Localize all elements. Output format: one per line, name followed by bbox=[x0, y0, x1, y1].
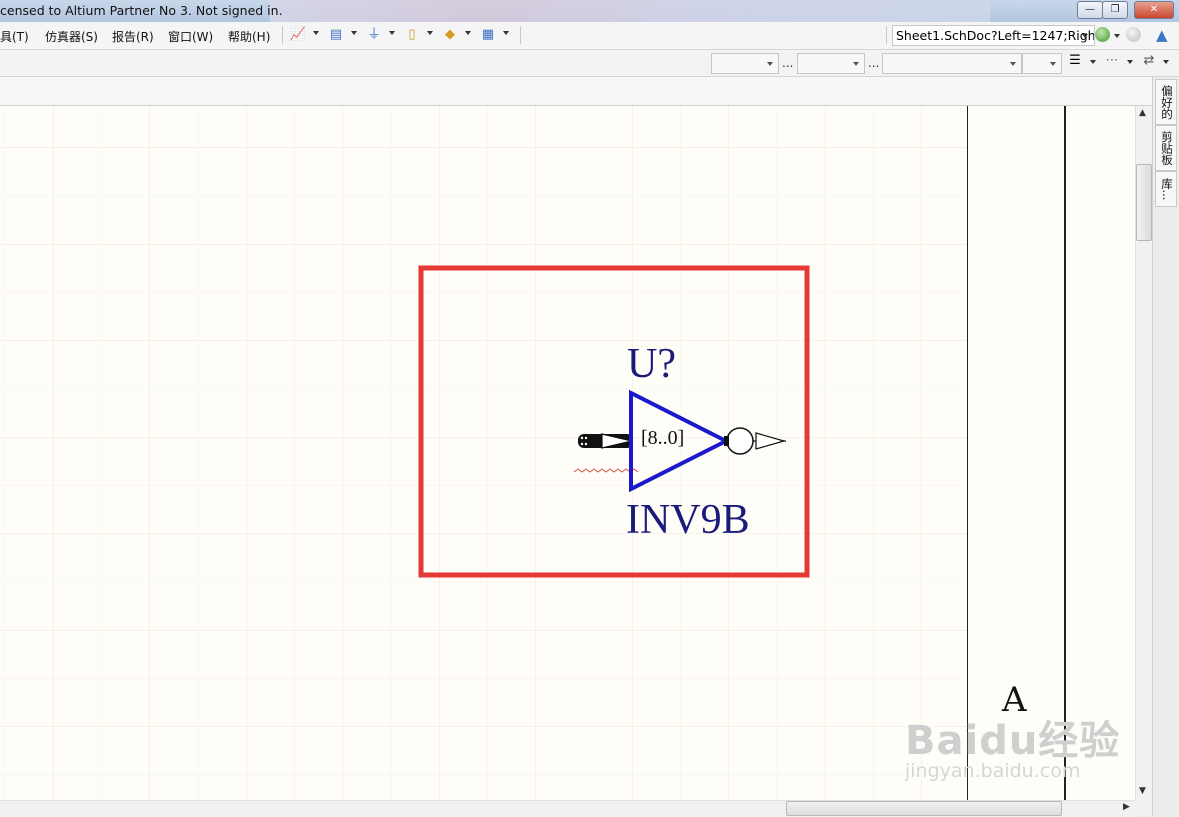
pin-bus-label: [8..0] bbox=[641, 427, 685, 449]
side-tab-libraries[interactable]: 库... bbox=[1155, 171, 1177, 207]
baidu-watermark-logo: Baidu经验 bbox=[905, 718, 1121, 764]
side-tab-clipboard[interactable]: 剪贴板 bbox=[1155, 125, 1177, 171]
horizontal-scroll-thumb[interactable] bbox=[786, 801, 1062, 816]
component-comment[interactable]: INV9B bbox=[626, 496, 750, 544]
side-tab-favorites[interactable]: 偏好的 bbox=[1155, 79, 1177, 125]
vertical-scroll-thumb[interactable] bbox=[1136, 164, 1152, 241]
scroll-right-icon[interactable]: ▶ bbox=[1123, 802, 1130, 812]
output-arrow-icon bbox=[755, 432, 787, 450]
baidu-watermark-url: jingyan.baidu.com bbox=[905, 760, 1081, 782]
scroll-up-icon[interactable]: ▲ bbox=[1139, 108, 1146, 118]
error-squiggle bbox=[573, 468, 639, 473]
inversion-bubble bbox=[726, 427, 754, 455]
scroll-down-icon[interactable]: ▼ bbox=[1139, 786, 1146, 796]
component-designator[interactable]: U? bbox=[627, 340, 676, 388]
